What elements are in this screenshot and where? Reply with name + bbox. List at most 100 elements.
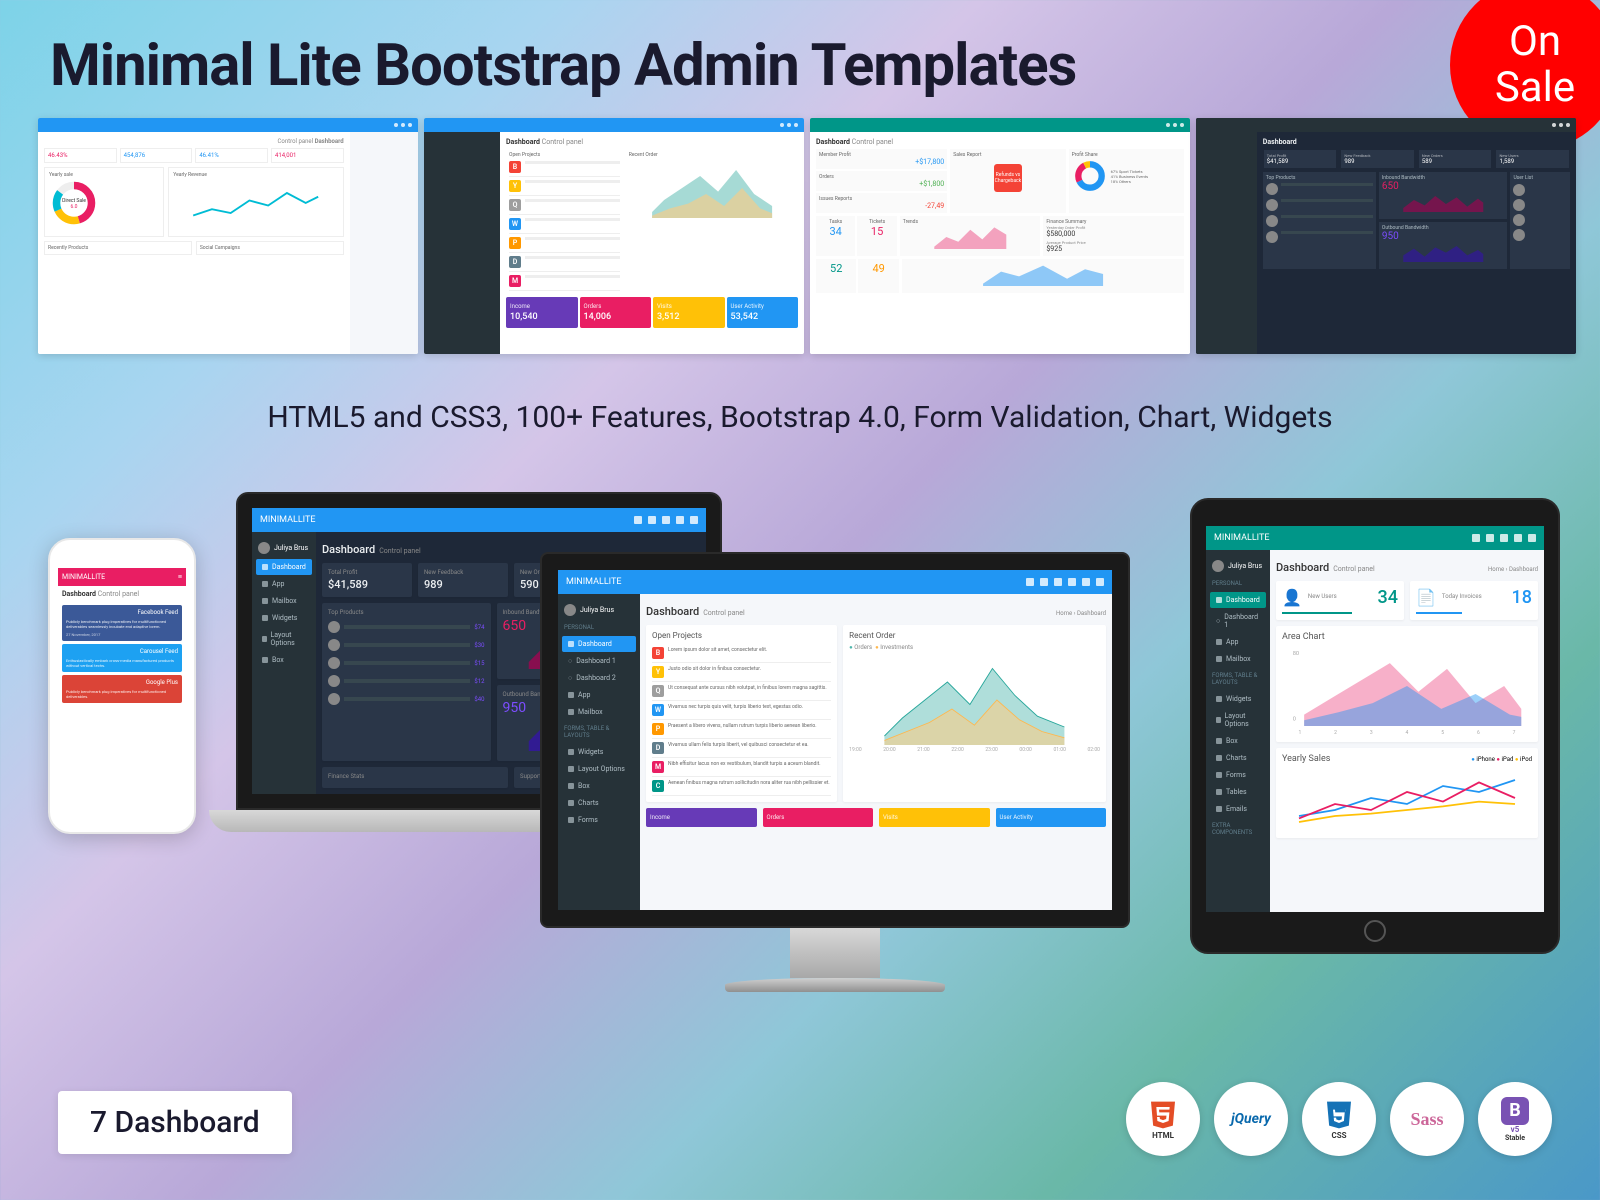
- invoices-value: 18: [1512, 587, 1532, 608]
- search-icon[interactable]: [634, 516, 642, 524]
- project-text: Ut consequat ante cursus nibh volutpat, …: [668, 685, 827, 697]
- user-icon[interactable]: [1082, 578, 1090, 586]
- mail-icon[interactable]: [1040, 578, 1048, 586]
- project-item[interactable]: Q Ut consequat ante cursus nibh volutpat,…: [652, 682, 831, 701]
- sidebar-item[interactable]: Tables: [1210, 784, 1266, 800]
- yearly-sales-title: Yearly Sales: [1282, 754, 1330, 764]
- project-item[interactable]: MNibh effisitur lacus non ex vestibulum,…: [652, 758, 831, 777]
- area-chart-icon: [1382, 242, 1505, 262]
- project-item[interactable]: DVivamus ullam felis turpis liberit, vel…: [652, 739, 831, 758]
- finance-stats-label: Finance Stats: [328, 773, 502, 780]
- sidebar-item[interactable]: Mailbox: [562, 704, 636, 720]
- sidebar-item[interactable]: ○Dashboard 2: [562, 670, 636, 686]
- project-item[interactable]: WVivamus nec turpis quis velit, turpis l…: [652, 701, 831, 720]
- user-icon[interactable]: [1514, 534, 1522, 542]
- avatar[interactable]: [564, 604, 576, 616]
- tasks-value: 34: [819, 225, 852, 238]
- google-card[interactable]: Google Plus Publicly benchmark plug impe…: [62, 675, 182, 703]
- sidebar-item[interactable]: App: [1210, 634, 1266, 650]
- sidebar-item[interactable]: Charts: [1210, 750, 1266, 766]
- sidebar-item[interactable]: Forms: [1210, 767, 1266, 783]
- stat-percent-2: 46.41%: [199, 152, 218, 159]
- sale-line1: On: [1509, 19, 1561, 65]
- total-profit-value: $41,589: [328, 578, 406, 591]
- bell-icon[interactable]: [1500, 534, 1508, 542]
- sales-report-label: Sales Report: [953, 152, 1062, 158]
- visits-card[interactable]: Visits: [879, 808, 990, 827]
- stat-percent-1: 46.43%: [48, 152, 67, 159]
- sidebar-item-dashboard[interactable]: Dashboard: [562, 636, 636, 652]
- user-icon[interactable]: [676, 516, 684, 524]
- sidebar-item[interactable]: Box: [256, 652, 312, 668]
- sidebar-item[interactable]: App: [562, 687, 636, 703]
- orders-card[interactable]: Orders: [763, 808, 874, 827]
- area-chart-icon: [903, 225, 1038, 249]
- sidebar-item[interactable]: Box: [1210, 733, 1266, 749]
- search-icon[interactable]: [1472, 534, 1480, 542]
- facebook-card[interactable]: Facebook Feed Publicly benchmark plug im…: [62, 605, 182, 641]
- invoice-icon: 📄: [1416, 588, 1436, 607]
- monitor-sidebar: Juliya Brus PERSONAL Dashboard ○Dashboar…: [558, 594, 640, 910]
- project-badge: C: [652, 780, 664, 792]
- sidebar-item[interactable]: Widgets: [256, 610, 312, 626]
- page-title: Minimal Lite Bootstrap Admin Templates: [50, 32, 1076, 100]
- avatar[interactable]: [1212, 560, 1224, 572]
- project-text: Nibh effisitur lacus non ex vestibulum, …: [668, 761, 821, 773]
- project-item[interactable]: BLorem ipsum dolor sit amet, consectetur…: [652, 644, 831, 663]
- twitter-card[interactable]: Carousel Feed Enthusiastically embark cr…: [62, 644, 182, 672]
- avatar[interactable]: [258, 542, 270, 554]
- gear-icon[interactable]: [1528, 534, 1536, 542]
- bell-icon[interactable]: [662, 516, 670, 524]
- social-campaigns-label: Social Campaigns: [196, 241, 344, 255]
- project-item[interactable]: YJusto odio sit dolor in finibus consect…: [652, 663, 831, 682]
- project-text: Aenean finibus magna rutrum sollicitudin…: [668, 780, 830, 792]
- sidebar-item[interactable]: Widgets: [562, 744, 636, 760]
- phone-mockup: MINIMALLITE ≡ Dashboard Control panel Fa…: [48, 538, 196, 834]
- donut-chart-icon: Direct Sale 6.0: [49, 178, 99, 228]
- project-text: Praesent a libero vivens, nullam rutrum …: [668, 723, 817, 735]
- sidebar-item[interactable]: Forms: [562, 812, 636, 828]
- sidebar-item[interactable]: ○Dashboard 1: [1210, 609, 1266, 633]
- mail-icon[interactable]: [1486, 534, 1494, 542]
- css3-badge: CSS: [1302, 1082, 1376, 1156]
- mail-icon[interactable]: [648, 516, 656, 524]
- sidebar-item-dashboard[interactable]: Dashboard: [1210, 592, 1266, 608]
- sidebar-item[interactable]: Layout Options: [562, 761, 636, 777]
- thumbnail-3[interactable]: Dashboard Control panel Member Profit +$…: [810, 118, 1190, 354]
- menu-icon[interactable]: ≡: [178, 573, 182, 581]
- sidebar-item[interactable]: App: [256, 576, 312, 592]
- thumbnail-1[interactable]: Control panel Dashboard 46.43% 454,876 4…: [38, 118, 418, 354]
- sidebar-item[interactable]: Mailbox: [1210, 651, 1266, 667]
- sidebar-item-dashboard[interactable]: Dashboard: [256, 559, 312, 575]
- gear-icon[interactable]: [1096, 578, 1104, 586]
- project-badge: D: [652, 742, 664, 754]
- thumbnail-2[interactable]: Dashboard Control panel Open Projects B …: [424, 118, 804, 354]
- project-badge: Q: [652, 685, 664, 697]
- sidebar-item[interactable]: Widgets: [1210, 691, 1266, 707]
- project-item[interactable]: PPraesent a libero vivens, nullam rutrum…: [652, 720, 831, 739]
- area-chart: 80 0: [1282, 646, 1532, 726]
- thumbnail-4[interactable]: Dashboard Total Profit$41,589 New Feedba…: [1196, 118, 1576, 354]
- sidebar-item[interactable]: Emails: [1210, 801, 1266, 817]
- sidebar-item[interactable]: ○Dashboard 1: [562, 653, 636, 669]
- sidebar-item[interactable]: Layout Options: [256, 627, 312, 651]
- activity-card[interactable]: User Activity: [996, 808, 1107, 827]
- home-button[interactable]: [1364, 920, 1386, 942]
- css3-icon: [1323, 1099, 1355, 1131]
- sidebar-item[interactable]: Mailbox: [256, 593, 312, 609]
- flag-icon[interactable]: [1068, 578, 1076, 586]
- tickets-value: 15: [860, 225, 893, 238]
- project-item[interactable]: C Aenean finibus magna rutrum sollicitudi…: [652, 777, 831, 796]
- sidebar-item[interactable]: Charts: [562, 795, 636, 811]
- sidebar-item[interactable]: Box: [562, 778, 636, 794]
- sidebar-item[interactable]: Layout Options: [1210, 708, 1266, 732]
- monitor-mockup: MINIMALLITE Juliya Brus PERSONAL Da: [540, 552, 1130, 1028]
- tech-badges: HTML jQuery CSS Sass B v5 Stable: [1126, 1082, 1552, 1156]
- device-mockups: MINIMALLITE ≡ Dashboard Control panel Fa…: [0, 480, 1600, 1040]
- gear-icon[interactable]: [690, 516, 698, 524]
- project-text: Vivamus nec turpis quis velit, turpis li…: [668, 704, 803, 716]
- laptop-sidebar: Juliya Brus Dashboard App Mailbox Widget…: [252, 532, 316, 794]
- search-icon[interactable]: [1026, 578, 1034, 586]
- bell-icon[interactable]: [1054, 578, 1062, 586]
- income-card[interactable]: Income: [646, 808, 757, 827]
